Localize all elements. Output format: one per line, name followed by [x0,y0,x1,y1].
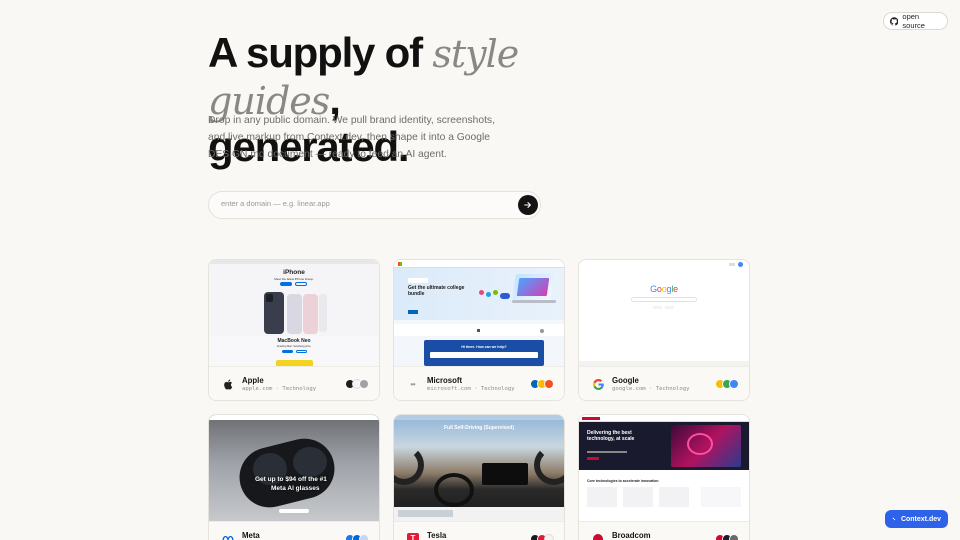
apple-shot-heading2: MacBook Neo [277,338,311,344]
microsoft-logo-icon: ▦▦ [410,382,416,386]
color-swatches [530,379,554,389]
tesla-screenshot: Full Self-Driving (Supervised) [394,415,564,521]
broadcom-logo-icon [592,533,604,540]
card-name: Tesla [427,531,447,540]
submit-button[interactable] [518,195,538,215]
brand-card-meta[interactable]: Get up to $94 off the #1 Meta AI glasses… [208,414,380,540]
card-meta: ▦▦ Microsoft microsoft.com · Technology [394,366,564,400]
open-source-button[interactable]: open source [883,12,948,30]
brand-card-google[interactable]: Google Google google.com · Technology [578,259,750,401]
card-name: Meta [242,531,260,540]
card-meta: Google google.com · Technology [579,366,749,400]
apple-logo-icon [222,378,234,390]
card-meta: T Tesla [394,521,564,540]
brand-card-apple[interactable]: iPhone Meet the latest iPhone lineup. Ma… [208,259,380,401]
color-swatches [345,379,369,389]
card-sub: microsoft.com · Technology [427,386,515,392]
title-part-a: A supply of [208,29,433,76]
apple-shot-tagline2: Amazing Mac. Surprising price. [276,345,312,348]
apple-shot-tagline: Meet the latest iPhone lineup. [274,277,314,281]
meta-screenshot: Get up to $94 off the #1 Meta AI glasses [209,415,379,521]
apple-shot-heading: iPhone [283,269,305,276]
google-shot-wordmark: Google [650,284,678,294]
meta-logo-icon [222,533,234,540]
google-logo-icon [592,378,604,390]
domain-input[interactable] [221,199,501,208]
meta-shot-headline2: Meta AI glasses [271,485,320,492]
context-dev-label: Context.dev [900,515,941,523]
broadcom-shot-headline: Delivering the best technology, at scale [587,430,635,442]
domain-search [208,191,541,219]
card-name: Broadcom [612,531,651,540]
tesla-shot-headline: Full Self-Driving (Supervised) [443,425,514,431]
brand-card-microsoft[interactable]: Get the ultimate college bundle Hi there… [393,259,565,401]
google-screenshot: Google [579,260,749,366]
color-swatches [345,534,369,540]
microsoft-shot-strip: Hi there. How can we help? [461,345,507,349]
microsoft-screenshot: Get the ultimate college bundle Hi there… [394,260,564,366]
card-sub: apple.com · Technology [242,386,317,392]
github-icon [890,16,899,26]
color-swatches [530,534,554,540]
open-source-label: open source [902,12,925,30]
brand-card-tesla[interactable]: Full Self-Driving (Supervised) T Tesla [393,414,565,540]
color-swatches [715,534,739,540]
broadcom-screenshot: Delivering the best technology, at scale… [579,415,749,521]
broadcom-shot-section: Core technologies to accelerate innovati… [587,479,659,483]
color-swatches [715,379,739,389]
card-name: Apple [242,376,264,385]
meta-shot-headline: Get up to $94 off the #1 [255,476,327,483]
microsoft-shot-heading: Get the ultimate college bundle [408,285,465,297]
card-meta: Broadcom [579,521,749,540]
card-meta: Meta [209,521,379,540]
context-logo-icon [892,517,896,521]
card-meta: Apple apple.com · Technology [209,366,379,400]
card-name: Microsoft [427,376,463,385]
hero-description: Drop in any public domain. We pull brand… [208,115,495,161]
arrow-right-icon [524,202,531,208]
brand-card-broadcom[interactable]: Delivering the best technology, at scale… [578,414,750,540]
card-sub: google.com · Technology [612,386,690,392]
context-dev-badge[interactable]: Context.dev [885,510,948,528]
tesla-logo-icon: T [407,533,419,540]
card-name: Google [612,376,639,385]
apple-screenshot: iPhone Meet the latest iPhone lineup. Ma… [209,260,379,366]
